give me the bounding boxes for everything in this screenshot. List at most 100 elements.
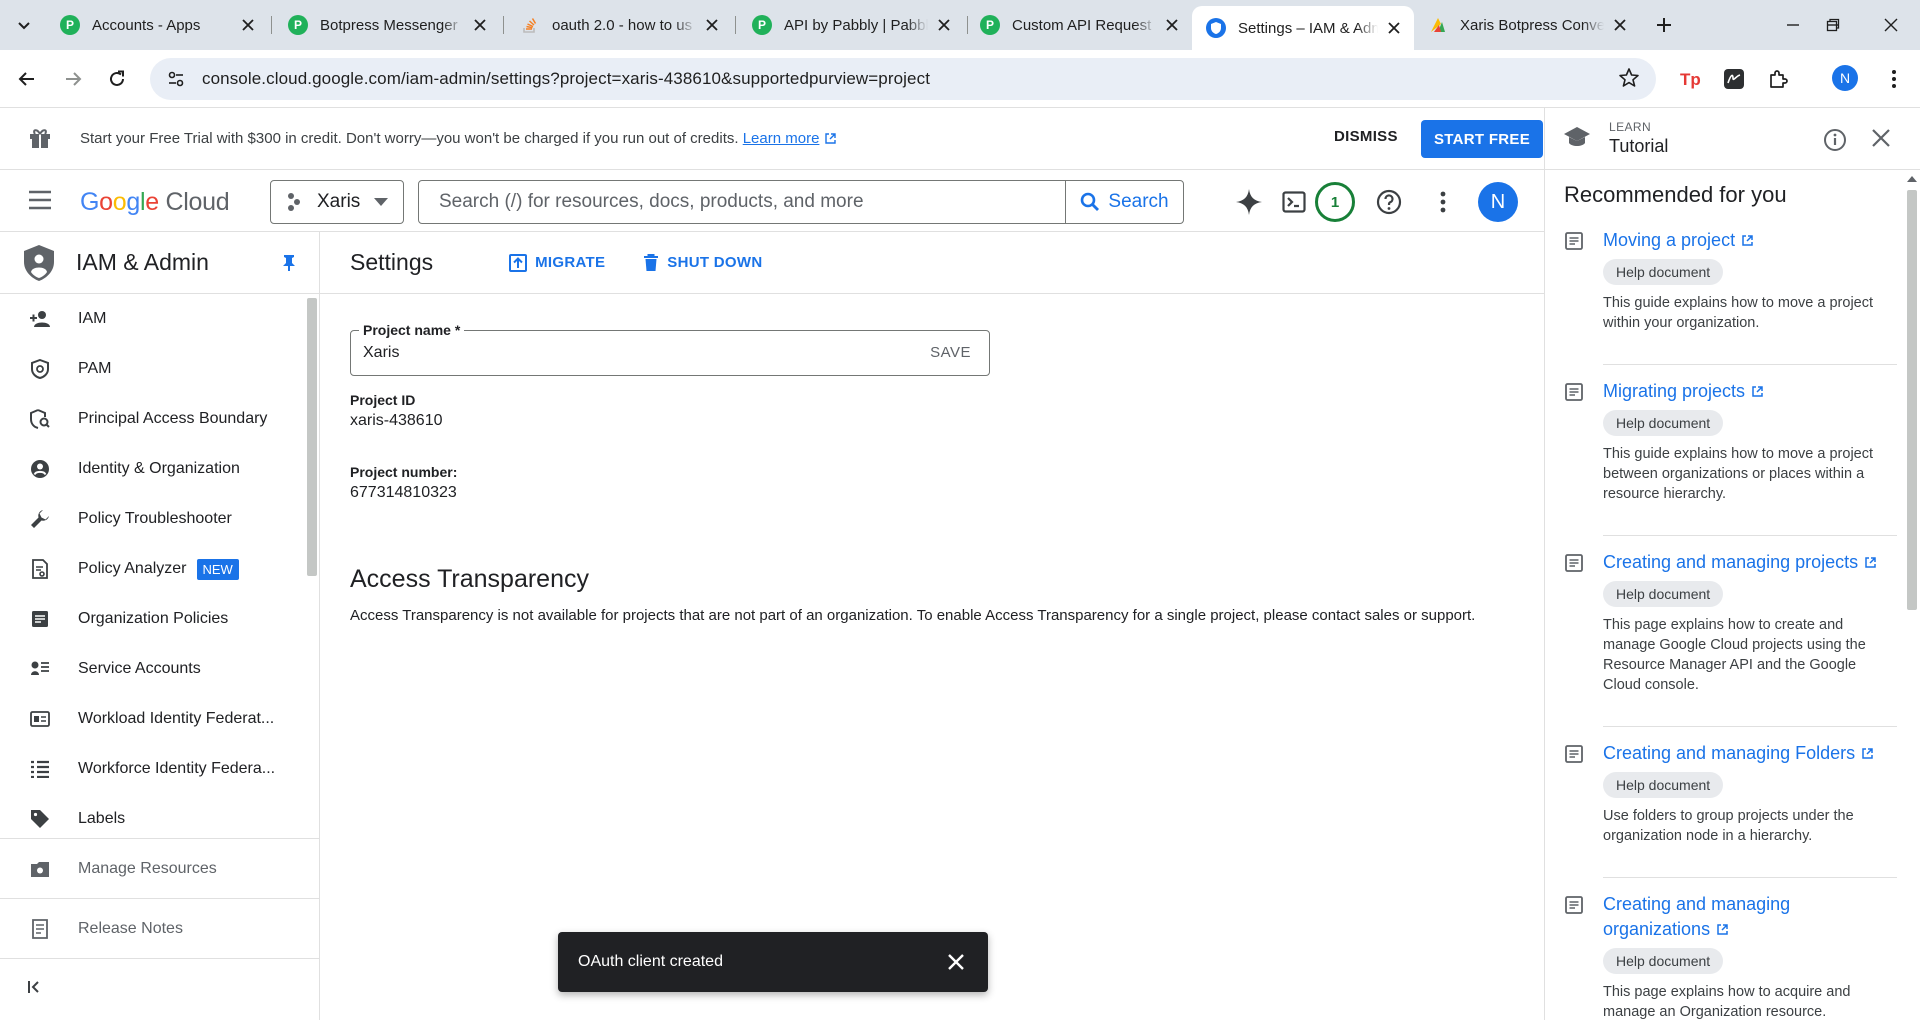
close-window-button[interactable] <box>1876 10 1906 40</box>
manage-resources-icon <box>28 857 52 881</box>
browser-tab[interactable]: P Botpress Messenger <box>274 6 500 44</box>
close-tab-icon[interactable] <box>470 15 490 35</box>
sidebar-item-organization-policies[interactable]: Organization Policies <box>0 594 306 644</box>
external-link-icon <box>1862 748 1873 759</box>
pabbly-icon: P <box>980 15 1000 35</box>
minimize-button[interactable] <box>1778 10 1808 40</box>
browser-tab[interactable]: P Accounts - Apps <box>46 6 268 44</box>
sidebar-item-policy-analyzer[interactable]: Policy Analyzer NEW <box>0 544 306 594</box>
close-tab-icon[interactable] <box>238 15 258 35</box>
close-toast-button[interactable] <box>942 948 970 976</box>
save-button[interactable]: SAVE <box>930 344 971 361</box>
help-icon[interactable] <box>1374 187 1404 217</box>
gift-icon <box>28 126 52 150</box>
info-icon[interactable] <box>1823 128 1847 152</box>
arrow-left-icon <box>18 72 34 86</box>
console-search[interactable]: Search (/) for resources, docs, products… <box>418 180 1184 224</box>
search-input[interactable]: Search (/) for resources, docs, products… <box>419 181 1065 223</box>
card-title-link[interactable]: Creating and managing organizations <box>1603 892 1897 942</box>
collapse-sidebar-icon[interactable] <box>28 980 42 994</box>
card-title-link[interactable]: Creating and managing Folders <box>1603 741 1897 766</box>
project-name-input[interactable]: Xaris <box>363 344 399 362</box>
gemini-sparkle-icon[interactable] <box>1234 187 1264 217</box>
new-tab-button[interactable] <box>1650 12 1678 38</box>
close-tab-icon[interactable] <box>1610 15 1630 35</box>
dismiss-button[interactable]: DISMISS <box>1334 128 1398 145</box>
restore-button[interactable] <box>1818 10 1848 40</box>
browser-menu-icon[interactable] <box>1880 65 1908 93</box>
close-tab-icon[interactable] <box>702 15 722 35</box>
sidebar-item-release-notes[interactable]: Release Notes <box>0 898 319 958</box>
scrollbar-thumb[interactable] <box>1907 190 1917 610</box>
reload-button[interactable] <box>102 64 132 94</box>
tutorial-card[interactable]: Migrating projects Help document This gu… <box>1565 379 1897 536</box>
card-title: Creating and managing projects <box>1603 552 1859 572</box>
sidebar-item-labels[interactable]: Labels <box>0 794 306 838</box>
search-button[interactable]: Search <box>1065 181 1183 223</box>
tutorial-card[interactable]: Creating and managing organizations Help… <box>1565 892 1897 1022</box>
browser-tab[interactable]: P API by Pabbly | Pabbl <box>738 6 964 44</box>
external-link-icon <box>1865 557 1876 568</box>
start-free-button[interactable]: START FREE <box>1421 120 1543 158</box>
card-title-link[interactable]: Migrating projects <box>1603 379 1897 404</box>
card-title-link[interactable]: Moving a project <box>1603 228 1897 253</box>
snackbar-toast: OAuth client created <box>558 932 988 992</box>
tutorial-card[interactable]: Moving a project Help document This guid… <box>1565 228 1897 365</box>
card-title-link[interactable]: Creating and managing projects <box>1603 550 1897 575</box>
sidebar-item-label: Service Accounts <box>78 660 201 677</box>
sidebar-item-pam[interactable]: PAM <box>0 344 306 394</box>
cloud-shell-icon[interactable] <box>1279 187 1309 217</box>
site-info-icon[interactable] <box>164 67 188 91</box>
project-picker[interactable]: Xaris <box>270 180 404 224</box>
sidebar-item-workforce-identity-federation[interactable]: Workforce Identity Federa... <box>0 744 306 794</box>
close-tab-icon[interactable] <box>1162 15 1182 35</box>
bookmark-star-icon[interactable] <box>1618 67 1640 89</box>
close-panel-icon[interactable] <box>1871 128 1891 148</box>
sidebar-item-workload-identity-federation[interactable]: Workload Identity Federat... <box>0 694 306 744</box>
recommended-heading: Recommended for you <box>1564 182 1787 207</box>
sidebar-item-policy-troubleshooter[interactable]: Policy Troubleshooter <box>0 494 306 544</box>
signature-extension-icon[interactable] <box>1720 65 1748 93</box>
google-cloud-logo[interactable]: Google Cloud <box>80 188 230 217</box>
scrollbar-thumb[interactable] <box>307 298 317 576</box>
shut-down-button[interactable]: SHUT DOWN <box>643 253 762 272</box>
sidebar-scrollbar[interactable] <box>306 294 318 838</box>
tab-separator <box>503 16 504 34</box>
sidebar-bottom: Manage Resources Release Notes <box>0 838 319 959</box>
close-tab-icon[interactable] <box>1384 18 1404 38</box>
back-button[interactable] <box>12 64 42 94</box>
sidebar-item-manage-resources[interactable]: Manage Resources <box>0 838 319 898</box>
sidebar-item-service-accounts[interactable]: Service Accounts <box>0 644 306 694</box>
forward-button[interactable] <box>58 64 88 94</box>
close-tab-icon[interactable] <box>934 15 954 35</box>
help-document-chip: Help document <box>1603 772 1724 798</box>
browser-tab[interactable]: Xaris Botpress Conve <box>1414 6 1640 44</box>
pin-icon[interactable] <box>281 254 297 272</box>
learn-more-link[interactable]: Learn more <box>743 130 820 147</box>
scroll-up-arrow-icon[interactable] <box>1907 174 1917 182</box>
divider <box>0 958 319 959</box>
tp-extension-icon[interactable]: Tp <box>1676 65 1704 93</box>
browser-tab-active[interactable]: Settings – IAM & Adm <box>1192 6 1414 50</box>
profile-avatar[interactable]: N <box>1832 65 1858 91</box>
tutorial-card[interactable]: Creating and managing Folders Help docum… <box>1565 741 1897 878</box>
tab-search-button[interactable] <box>10 12 38 38</box>
browser-tab[interactable]: P Custom API Request <box>966 6 1192 44</box>
card-description: This guide explains how to move a projec… <box>1603 446 1874 502</box>
more-options-icon[interactable] <box>1428 187 1458 217</box>
account-avatar[interactable]: N <box>1478 182 1518 222</box>
access-transparency-text: Access Transparency is not available for… <box>350 607 1476 624</box>
notifications-badge[interactable]: 1 <box>1315 182 1355 222</box>
sidebar-item-iam[interactable]: IAM <box>0 294 306 344</box>
sidebar-item-identity-organization[interactable]: Identity & Organization <box>0 444 306 494</box>
tab-title: Settings – IAM & Adm <box>1238 19 1378 37</box>
sidebar-item-principal-access-boundary[interactable]: Principal Access Boundary <box>0 394 306 444</box>
main-menu-icon[interactable] <box>28 189 52 211</box>
address-bar[interactable]: console.cloud.google.com/iam-admin/setti… <box>150 58 1656 100</box>
extensions-puzzle-icon[interactable] <box>1764 65 1792 93</box>
tutorial-scrollbar[interactable] <box>1903 170 1920 1020</box>
browser-tab[interactable]: oauth 2.0 - how to us <box>506 6 732 44</box>
tutorial-card[interactable]: Creating and managing projects Help docu… <box>1565 550 1897 727</box>
migrate-button[interactable]: MIGRATE <box>509 253 605 272</box>
project-name-field[interactable]: Project name * Xaris SAVE <box>350 322 990 376</box>
